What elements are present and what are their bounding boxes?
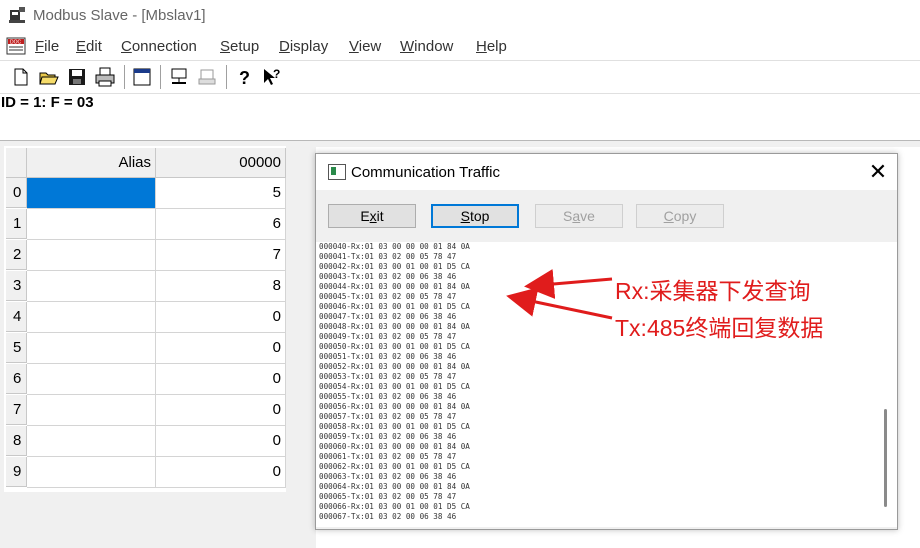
tx-arrow [506, 287, 613, 320]
tx-annotation: Tx:485终端回复数据 [615, 315, 824, 341]
rx-arrow [524, 269, 613, 299]
rx-annotation: Rx:采集器下发查询 [615, 278, 811, 304]
